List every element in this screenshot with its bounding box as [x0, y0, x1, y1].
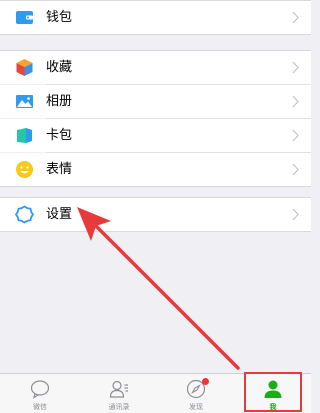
gear-icon	[15, 205, 34, 224]
tab-me[interactable]: 我	[243, 374, 303, 413]
menu-item-album[interactable]: 相册	[0, 85, 311, 118]
tab-label-contacts: 通讯录	[108, 403, 130, 411]
tab-label-discover: 发现	[189, 403, 203, 411]
tab-discover[interactable]: 发现	[166, 374, 226, 413]
chevron-right-icon	[292, 95, 299, 108]
menu-item-wallet[interactable]: 钱包	[0, 1, 311, 34]
menu-label-stickers: 表情	[46, 162, 73, 177]
menu-label-cards: 卡包	[46, 128, 73, 143]
chevron-right-icon	[292, 11, 299, 24]
tab-contacts[interactable]: 通讯录	[89, 374, 149, 413]
chevron-right-icon	[292, 208, 299, 221]
album-icon	[16, 95, 33, 108]
person-icon	[264, 380, 282, 398]
menu-item-stickers[interactable]: 表情	[0, 153, 311, 186]
wallet-icon	[16, 11, 33, 24]
chevron-right-icon	[292, 129, 299, 142]
menu-label-wallet: 钱包	[46, 10, 73, 25]
chat-bubble-icon	[30, 380, 50, 399]
card-package-icon	[17, 128, 32, 143]
bottom-tab-bar: 微信 通讯录 发现 我	[0, 373, 311, 413]
notification-dot	[202, 378, 209, 385]
tab-chats[interactable]: 微信	[10, 374, 70, 413]
menu-label-favorites: 收藏	[46, 60, 73, 75]
favorites-cube-icon	[16, 59, 33, 76]
tab-label-me: 我	[269, 403, 277, 411]
menu-item-favorites[interactable]: 收藏	[0, 51, 311, 84]
divider	[0, 34, 311, 35]
menu-label-settings: 设置	[46, 207, 73, 222]
divider	[0, 186, 311, 187]
menu-item-settings[interactable]: 设置	[0, 198, 311, 231]
menu-label-album: 相册	[46, 94, 73, 109]
menu-item-cards[interactable]: 卡包	[0, 119, 311, 152]
chevron-right-icon	[292, 61, 299, 74]
contacts-icon	[109, 380, 128, 398]
divider	[0, 231, 311, 232]
tab-label-chats: 微信	[33, 403, 47, 411]
smiley-icon	[16, 161, 33, 178]
chevron-right-icon	[292, 163, 299, 176]
